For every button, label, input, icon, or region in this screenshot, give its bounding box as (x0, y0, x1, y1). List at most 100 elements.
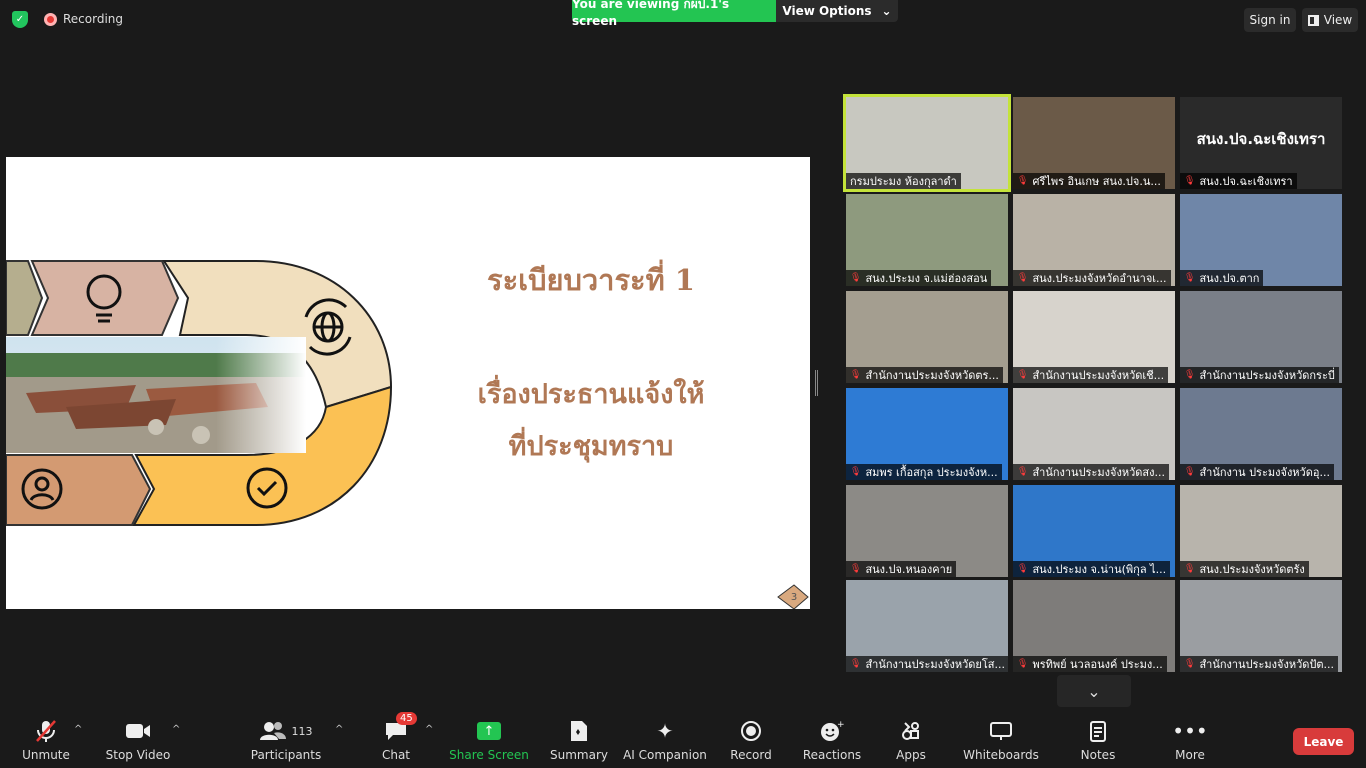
leave-button[interactable]: Leave (1293, 728, 1354, 755)
participants-count: 113 (291, 724, 313, 738)
mic-muted-icon: 🎙 (850, 370, 862, 380)
participant-tile[interactable]: 🎙 สำนักงาน ประมงจังหวัดอุ... (1180, 388, 1342, 480)
participant-tile[interactable]: 🎙 สำนักงานประมงจังหวัดปัต... (1180, 580, 1342, 672)
participant-name-tag: 🎙 สำนักงาน ประมงจังหวัดอุ... (1180, 464, 1334, 480)
participant-name-tag: 🎙 สำนักงานประมงจังหวัดปัต... (1180, 656, 1338, 672)
slide-subtitle-line1: เรื่องประธานแจ้งให้ (477, 379, 705, 410)
participant-name-tag: 🎙 สนง.ประมงจังหวัดอำนาจเ... (1013, 270, 1171, 286)
mic-muted-icon: 🎙 (1184, 370, 1196, 380)
slide-title: ระเบียบวาระที่ 1 (487, 263, 695, 297)
view-label: View (1323, 13, 1353, 27)
mic-muted-icon: 🎙 (1184, 273, 1196, 283)
participant-name: สนง.ปจ.ตาก (1199, 272, 1260, 285)
view-options-button[interactable]: View Options ⌄ (776, 0, 898, 22)
participant-name: สนง.ประมงจังหวัดตรัง (1199, 563, 1305, 576)
participant-tile[interactable]: 🎙 สำนักงานประมงจังหวัดสง... (1013, 388, 1175, 480)
recording-indicator[interactable]: Recording (44, 12, 123, 26)
svg-text:+: + (837, 720, 844, 730)
participant-name-tag: 🎙 พรทิพย์ นวลอนงค์ ประมง... (1013, 656, 1167, 672)
chevron-down-icon[interactable]: ⌄ (1057, 675, 1131, 707)
participant-name: สนง.ปจ.หนองคาย (865, 563, 953, 576)
split-resize-handle[interactable] (815, 370, 818, 396)
record-button[interactable]: Record (730, 718, 772, 766)
chevron-up-icon[interactable]: ^ (335, 724, 343, 735)
security-shield-icon[interactable]: ✓ (12, 11, 28, 28)
share-arrow-icon: ↑ (477, 722, 501, 740)
participant-name-tag: 🎙 สมพร เกื้อสกุล ประมงจังห... (846, 464, 1002, 480)
stop-video-button[interactable]: Stop Video (106, 718, 170, 766)
participant-name-tag: 🎙 สนง.ปจ.ฉะเชิงเทรา (1180, 173, 1297, 189)
participant-tile[interactable]: สนง.ปจ.ฉะเชิงเทรา 🎙 สนง.ปจ.ฉะเชิงเทรา (1180, 97, 1342, 189)
mic-muted-icon: 🎙 (1184, 659, 1196, 669)
notes-button[interactable]: Notes (1080, 718, 1116, 766)
participant-name: ศรีไพร อินเกษ สนง.ปจ.น... (1032, 175, 1161, 188)
participant-name: สนง.ประมง จ.น่าน(พิกุล ไ... (1032, 563, 1167, 576)
mic-muted-icon: 🎙 (850, 659, 862, 669)
smiley-plus-icon: + (820, 718, 844, 744)
participant-tile[interactable]: 🎙 สำนักงานประมงจังหวัดกระบี่ (1180, 291, 1342, 383)
participant-tile[interactable]: 🎙 สนง.ปจ.หนองคาย (846, 485, 1008, 577)
participant-tile[interactable]: 🎙 พรทิพย์ นวลอนงค์ ประมง... (1013, 580, 1175, 672)
chat-label: Chat (381, 748, 411, 762)
participant-tile[interactable]: 🎙 สำนักงานประมงจังหวัดยโส... (846, 580, 1008, 672)
stop-video-label: Stop Video (105, 748, 171, 762)
view-options-label: View Options (782, 4, 872, 18)
participant-tile[interactable]: 🎙 สนง.ปจ.ตาก (1180, 194, 1342, 286)
participant-tile[interactable]: 🎙 ศรีไพร อินเกษ สนง.ปจ.น... (1013, 97, 1175, 189)
whiteboard-icon (989, 718, 1013, 744)
mic-muted-icon: 🎙 (1017, 176, 1029, 186)
chevron-down-icon: ⌄ (881, 4, 892, 18)
summary-label: Summary (550, 748, 608, 762)
participant-name-tag: 🎙 สำนักงานประมงจังหวัดตร... (846, 367, 1003, 383)
mic-muted-icon: 🎙 (850, 467, 862, 477)
chat-unread-badge: 45 (396, 712, 417, 725)
share-screen-button[interactable]: ↑ Share Screen (449, 718, 529, 766)
participant-tile[interactable]: กรมประมง ห้องกุลาดำ (843, 94, 1011, 192)
ai-companion-label: AI Companion (623, 748, 707, 762)
participant-tile[interactable]: 🎙 สนง.ประมง จ.น่าน(พิกุล ไ... (1013, 485, 1175, 577)
ai-companion-button[interactable]: ✦ AI Companion (623, 718, 707, 766)
unmute-label: Unmute (22, 748, 70, 762)
mic-muted-icon: 🎙 (1184, 564, 1196, 574)
participant-name: พรทิพย์ นวลอนงค์ ประมง... (1032, 658, 1163, 671)
slide-subtitle: เรื่องประธานแจ้งให้ ที่ประชุมทราบ (446, 369, 736, 473)
chevron-up-icon[interactable]: ^ (425, 724, 433, 735)
whiteboards-label: Whiteboards (963, 748, 1039, 762)
apps-label: Apps (896, 748, 926, 762)
sparkle-icon: ✦ (656, 719, 674, 743)
participant-name-tag: 🎙 สำนักงานประมงจังหวัดกระบี่ (1180, 367, 1339, 383)
chat-button[interactable]: 45 Chat (380, 712, 417, 766)
more-button[interactable]: ••• More (1172, 718, 1208, 766)
recording-label: Recording (63, 12, 124, 26)
chevron-up-icon[interactable]: ^ (172, 724, 180, 735)
summary-button[interactable]: Summary (550, 718, 608, 766)
participant-name: สนง.ปจ.ฉะเชิงเทรา (1199, 175, 1293, 188)
participant-tile[interactable]: 🎙 สนง.ประมง จ.แม่ฮ่องสอน (846, 194, 1008, 286)
participant-tile[interactable]: 🎙 สนง.ประมงจังหวัดอำนาจเ... (1013, 194, 1175, 286)
sign-in-button[interactable]: Sign in (1244, 8, 1296, 32)
chevron-up-icon[interactable]: ^ (74, 724, 82, 735)
participant-name: สนง.ประมง จ.แม่ฮ่องสอน (865, 272, 988, 285)
reactions-button[interactable]: + Reactions (802, 718, 862, 766)
mic-muted-icon: 🎙 (1184, 176, 1196, 186)
apps-button[interactable]: Apps (896, 718, 926, 766)
view-button[interactable]: View (1302, 8, 1358, 32)
participant-tile[interactable]: 🎙 สำนักงานประมงจังหวัดเชี... (1013, 291, 1175, 383)
participant-name: สำนักงานประมงจังหวัดเชี... (1032, 369, 1165, 382)
shared-screen-slide: ระเบียบวาระที่ 1 เรื่องประธานแจ้งให้ ที่… (6, 157, 810, 609)
participant-tile[interactable]: 🎙 สนง.ประมงจังหวัดตรัง (1180, 485, 1342, 577)
participant-name: กรมประมง ห้องกุลาดำ (850, 175, 957, 188)
mic-muted-icon: 🎙 (1017, 273, 1029, 283)
brown-arrow-shape (6, 454, 152, 526)
participant-tile[interactable]: 🎙 สำนักงานประมงจังหวัดตร... (846, 291, 1008, 383)
whiteboards-button[interactable]: Whiteboards (963, 718, 1039, 766)
mic-muted-icon: 🎙 (1017, 370, 1029, 380)
participant-name: สำนักงาน ประมงจังหวัดอุ... (1199, 466, 1330, 479)
participants-button[interactable]: 113 Participants (251, 718, 321, 766)
participant-tile[interactable]: 🎙 สมพร เกื้อสกุล ประมงจังห... (846, 388, 1008, 480)
participant-name-tag: 🎙 สำนักงานประมงจังหวัดยโส... (846, 656, 1008, 672)
pink-arrow-shape (30, 260, 180, 336)
mic-muted-icon: 🎙 (1184, 467, 1196, 477)
unmute-button[interactable]: Unmute (22, 718, 70, 766)
reactions-label: Reactions (802, 748, 862, 762)
